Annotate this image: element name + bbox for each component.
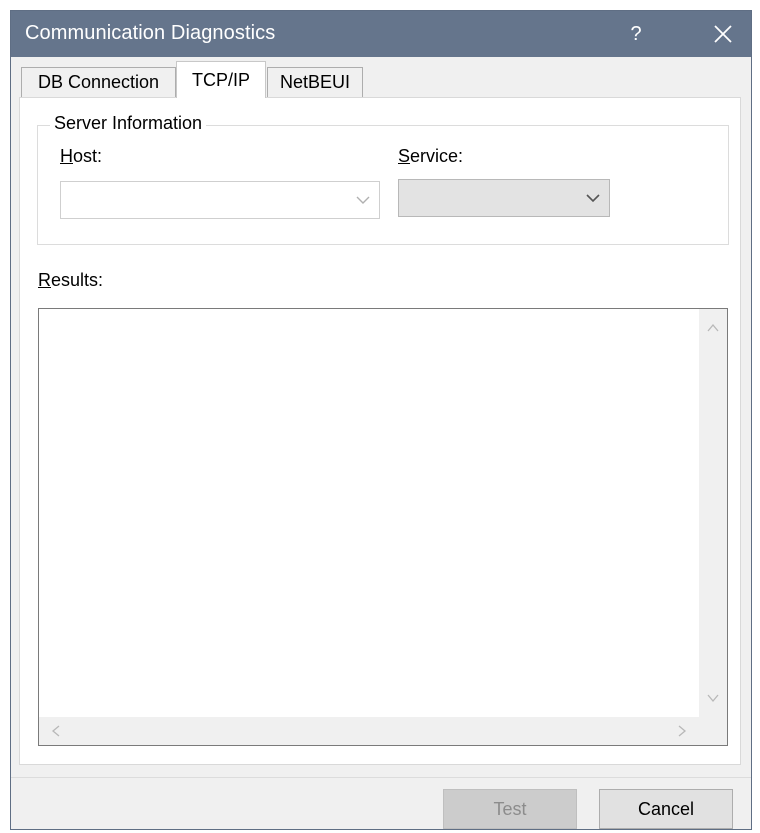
tab-strip: DB Connection TCP/IP NetBEUI <box>11 57 751 98</box>
cancel-button-label: Cancel <box>637 798 695 819</box>
chevron-down-icon[interactable] <box>355 192 371 208</box>
chevron-down-icon[interactable] <box>706 691 720 705</box>
cancel-button[interactable]: Cancel <box>599 789 733 829</box>
title-bar[interactable]: Communication Diagnostics ? <box>11 11 751 57</box>
chevron-left-icon[interactable] <box>49 724 63 738</box>
service-combobox[interactable] <box>398 179 610 217</box>
scrollbar-corner <box>699 717 727 745</box>
results-label: Results: <box>38 270 104 290</box>
footer-separator <box>11 777 751 778</box>
chevron-right-icon[interactable] <box>675 724 689 738</box>
tab-db-connection[interactable]: DB Connection <box>21 67 176 97</box>
close-icon <box>714 25 732 43</box>
horizontal-scrollbar[interactable] <box>39 717 699 745</box>
vertical-scrollbar[interactable] <box>699 309 727 717</box>
chevron-up-icon[interactable] <box>706 321 720 335</box>
test-button-label: Test <box>493 798 527 819</box>
close-button[interactable] <box>695 11 751 57</box>
tab-label: TCP/IP <box>191 69 250 90</box>
tab-tcp-ip[interactable]: TCP/IP <box>176 61 266 98</box>
window-title: Communication Diagnostics <box>25 22 276 44</box>
server-information-group: Server Information Host: Service: <box>37 113 729 245</box>
help-icon: ? <box>630 22 642 45</box>
tab-netbeui[interactable]: NetBEUI <box>267 67 363 97</box>
tab-label: NetBEUI <box>279 72 351 92</box>
test-button[interactable]: Test <box>443 789 577 829</box>
tcp-ip-tab-panel: Server Information Host: Service: Result… <box>19 97 741 765</box>
host-combobox[interactable] <box>60 181 380 219</box>
results-textarea[interactable] <box>38 308 728 746</box>
chevron-down-icon[interactable] <box>585 190 601 206</box>
service-label: Service: <box>398 146 464 166</box>
host-label: Host: <box>60 146 103 166</box>
help-button[interactable]: ? <box>611 11 661 57</box>
group-legend: Server Information <box>50 113 207 134</box>
communication-diagnostics-dialog: Communication Diagnostics ? DB Connectio… <box>10 10 752 830</box>
tab-label: DB Connection <box>37 72 160 92</box>
